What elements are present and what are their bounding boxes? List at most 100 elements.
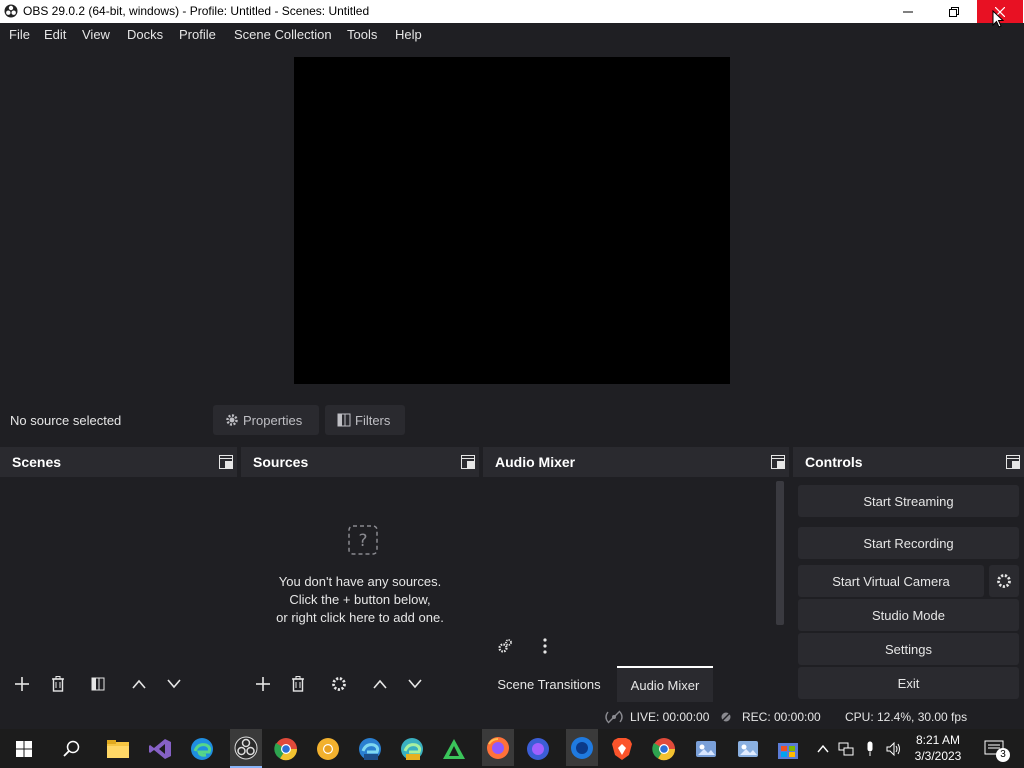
no-source-label: No source selected [10, 413, 122, 428]
studio-mode-button[interactable]: Studio Mode [798, 599, 1019, 631]
menu-tools[interactable]: Tools [347, 27, 377, 42]
scenes-title: Scenes [12, 454, 62, 470]
undock-icon[interactable] [1006, 455, 1020, 469]
live-signal-icon [605, 710, 623, 724]
filters-button[interactable]: Filters [325, 405, 405, 435]
minimize-button[interactable] [885, 0, 931, 23]
sources-dock: Sources ? You don't have any sources. Cl… [241, 447, 479, 702]
trash-icon [52, 676, 64, 692]
taskbar-edge-beta[interactable] [356, 735, 384, 763]
taskbar-chrome-profile[interactable] [272, 735, 300, 763]
preview-area[interactable] [0, 47, 1024, 397]
restore-button[interactable] [931, 0, 977, 23]
taskbar-file-explorer[interactable] [104, 735, 132, 763]
mixer-scrollbar[interactable] [776, 481, 784, 625]
plus-icon [256, 677, 270, 691]
window-title: OBS 29.0.2 (64-bit, windows) - Profile: … [23, 4, 370, 18]
scenes-dock: Scenes [0, 447, 237, 702]
taskbar-firefox[interactable] [482, 729, 514, 766]
scenes-list[interactable] [0, 477, 237, 702]
menu-docks[interactable]: Docks [127, 27, 163, 42]
taskbar-edge[interactable] [188, 735, 216, 763]
start-button[interactable] [10, 735, 38, 763]
photo-app-icon [738, 741, 758, 757]
taskbar-firefox-nightly[interactable] [524, 735, 552, 763]
visual-studio-icon [149, 739, 171, 759]
taskbar-chrome-canary[interactable] [314, 735, 342, 763]
virtual-camera-settings-button[interactable] [989, 565, 1019, 597]
exit-button[interactable]: Exit [798, 667, 1019, 699]
mouse-cursor-icon [992, 10, 1004, 28]
microphone-button[interactable] [860, 729, 880, 768]
menu-view[interactable]: View [82, 27, 110, 42]
taskbar-visual-studio[interactable] [146, 735, 174, 763]
network-button[interactable] [836, 729, 856, 768]
move-scene-down-button[interactable] [160, 671, 188, 697]
move-source-down-button[interactable] [401, 671, 429, 697]
search-button[interactable] [58, 735, 86, 763]
tab-audio-mixer[interactable]: Audio Mixer [617, 666, 713, 702]
chevron-up-icon [817, 744, 829, 752]
taskbar-app-gallery-1[interactable] [692, 735, 720, 763]
tab-scene-transitions[interactable]: Scene Transitions [487, 666, 611, 702]
taskbar-app-gallery-2[interactable] [734, 735, 762, 763]
gear-icon [332, 677, 346, 691]
microphone-icon [867, 741, 873, 756]
status-bar: LIVE: 00:00:00 REC: 00:00:00 CPU: 12.4%,… [0, 705, 1024, 729]
start-streaming-button[interactable]: Start Streaming [798, 485, 1019, 517]
settings-button[interactable]: Settings [798, 633, 1019, 665]
add-source-button[interactable] [249, 671, 277, 697]
taskbar-edge-canary[interactable] [398, 735, 426, 763]
controls-dock-header: Controls [793, 447, 1024, 477]
firefox-developer-icon [571, 736, 593, 759]
menu-profile[interactable]: Profile [179, 27, 216, 42]
empty-line-3: or right click here to add one. [276, 610, 444, 625]
undock-icon[interactable] [461, 455, 475, 469]
notifications-button[interactable]: 3 [978, 729, 1010, 768]
svg-text:?: ? [358, 531, 367, 551]
filters-label: Filters [355, 412, 391, 428]
edge-icon [191, 738, 213, 760]
show-hidden-icons-button[interactable] [814, 729, 832, 768]
cpu-fps: CPU: 12.4%, 30.00 fps [845, 710, 968, 724]
taskbar-android-studio[interactable] [440, 735, 468, 763]
start-virtual-camera-button[interactable]: Start Virtual Camera [798, 565, 984, 597]
triangle-app-icon [443, 739, 465, 759]
store-icon [778, 743, 798, 759]
folder-icon [107, 740, 129, 758]
remove-scene-button[interactable] [44, 671, 72, 697]
restore-icon [949, 6, 959, 17]
volume-button[interactable] [884, 729, 904, 768]
controls-dock: Controls Start Streaming Start Recording… [793, 447, 1024, 702]
gear-icon [226, 414, 238, 426]
add-scene-button[interactable] [8, 671, 36, 697]
menu-bar: File Edit View Docks Profile Scene Colle… [0, 23, 1024, 47]
brave-icon [612, 738, 632, 760]
taskbar-clock[interactable]: 8:21 AM 3/3/2023 [906, 732, 970, 764]
move-scene-up-button[interactable] [125, 671, 153, 697]
taskbar-app-store[interactable] [774, 735, 802, 763]
undock-icon[interactable] [219, 455, 233, 469]
taskbar-brave[interactable] [608, 735, 636, 763]
undock-icon[interactable] [771, 455, 785, 469]
start-recording-button[interactable]: Start Recording [798, 527, 1019, 559]
menu-file[interactable]: File [9, 27, 30, 42]
remove-source-button[interactable] [284, 671, 312, 697]
scene-filters-button[interactable] [84, 671, 112, 697]
taskbar-firefox-dev[interactable] [566, 729, 598, 766]
firefox-nightly-icon [527, 738, 549, 760]
menu-scene-collection[interactable]: Scene Collection [234, 27, 332, 42]
menu-help[interactable]: Help [395, 27, 422, 42]
taskbar-obs[interactable] [230, 729, 262, 768]
taskbar-chrome[interactable] [650, 735, 678, 763]
move-source-up-button[interactable] [366, 671, 394, 697]
plus-icon [15, 677, 29, 691]
mixer-menu-button[interactable] [531, 633, 559, 659]
properties-button[interactable]: Properties [213, 405, 319, 435]
controls-title: Controls [805, 454, 863, 470]
menu-edit[interactable]: Edit [44, 27, 66, 42]
search-icon [63, 740, 80, 757]
advanced-audio-button[interactable] [491, 633, 519, 659]
source-properties-button[interactable] [325, 671, 353, 697]
preview-canvas[interactable] [294, 57, 730, 384]
